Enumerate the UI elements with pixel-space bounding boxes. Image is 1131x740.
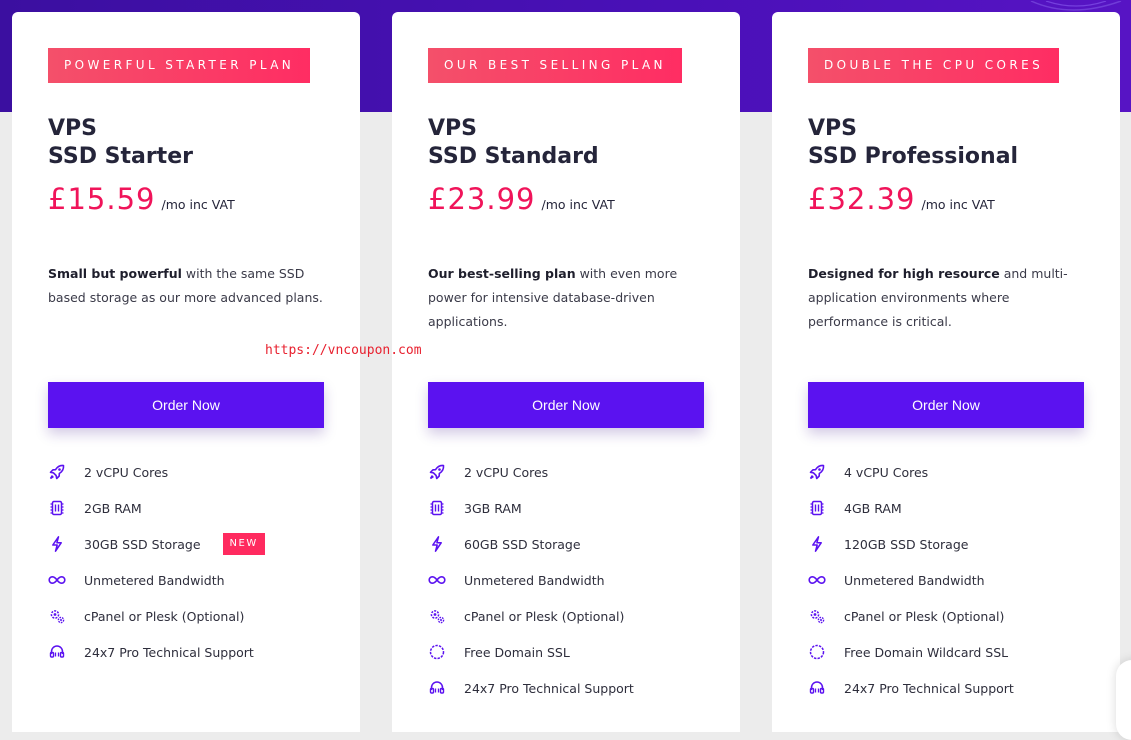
price: £32.39 [808,182,916,216]
gears-icon [428,607,446,625]
plan-description: Designed for high resource and multi-app… [808,262,1088,334]
feature-label: 24x7 Pro Technical Support [844,680,1014,696]
feature-item: 4GB RAM [808,490,1098,526]
feature-label: 24x7 Pro Technical Support [84,644,254,660]
pricing-card: OUR BEST SELLING PLAN VPS SSD Standard £23.… [392,12,740,732]
feature-label: 4 vCPU Cores [844,464,929,480]
pricing-card: DOUBLE THE CPU CORES VPS SSD Professional £… [772,12,1120,732]
feature-item: 2 vCPU Cores [48,454,338,490]
lightning-icon [808,535,826,553]
price-suffix: /mo inc VAT [921,197,995,212]
price-suffix: /mo inc VAT [541,197,615,212]
feature-item: 3GB RAM [428,490,718,526]
headset-icon [808,679,826,697]
feature-item: 30GB SSD Storage NEW [48,526,338,562]
feature-item: 2 vCPU Cores [428,454,718,490]
feature-label: 24x7 Pro Technical Support [464,680,634,696]
order-now-button[interactable]: Order Now [428,382,704,428]
price: £23.99 [428,182,536,216]
pricing-card: POWERFUL STARTER PLAN VPS SSD Starter £15.5… [12,12,360,732]
feature-item: Free Domain Wildcard SSL [808,634,1098,670]
infinity-icon [808,571,826,589]
plan-title-line1: VPS [808,116,857,141]
plan-badge: OUR BEST SELLING PLAN [428,48,682,83]
rocket-icon [808,463,826,481]
feature-list: 4 vCPU Cores 4GB RAM 120GB SSD Storage Unme… [808,454,1098,706]
feature-label: 3GB RAM [464,500,522,516]
feature-list: 2 vCPU Cores 3GB RAM 60GB SSD Storage Unmet… [428,454,718,706]
feature-list: 2 vCPU Cores 2GB RAM 30GB SSD Storage NEW Un… [48,454,338,670]
feature-label: cPanel or Plesk (Optional) [84,608,245,624]
order-now-button[interactable]: Order Now [48,382,324,428]
feature-label: cPanel or Plesk (Optional) [464,608,625,624]
chat-widget-edge[interactable] [1116,660,1131,740]
feature-item: 24x7 Pro Technical Support [428,670,718,706]
gears-icon [808,607,826,625]
feature-label: Unmetered Bandwidth [464,572,605,588]
plan-title: VPS SSD Starter [48,115,193,171]
plan-title: VPS SSD Standard [428,115,599,171]
feature-item: 4 vCPU Cores [808,454,1098,490]
rocket-icon [48,463,66,481]
headset-icon [48,643,66,661]
headset-icon [428,679,446,697]
feature-label: 4GB RAM [844,500,902,516]
feature-label: Unmetered Bandwidth [84,572,225,588]
plan-title-line1: VPS [48,116,97,141]
plan-title-line2: SSD Starter [48,144,193,169]
feature-label: 30GB SSD Storage [84,536,201,552]
feature-label: 60GB SSD Storage [464,536,581,552]
feature-item: cPanel or Plesk (Optional) [428,598,718,634]
lightning-icon [428,535,446,553]
plan-title-line2: SSD Standard [428,144,599,169]
feature-label: cPanel or Plesk (Optional) [844,608,1005,624]
feature-label: 2 vCPU Cores [84,464,169,480]
price-row: £32.39/mo inc VAT [808,182,995,216]
description-highlight: Our best-selling plan [428,266,576,281]
new-badge: NEW [222,533,265,555]
feature-label: 120GB SSD Storage [844,536,969,552]
memory-chip-icon [808,499,826,517]
order-now-button[interactable]: Order Now [808,382,1084,428]
ssl-badge-icon [808,643,826,661]
plan-title: VPS SSD Professional [808,115,1018,171]
feature-label: 2 vCPU Cores [464,464,549,480]
feature-item: Unmetered Bandwidth [428,562,718,598]
price: £15.59 [48,182,156,216]
rocket-icon [428,463,446,481]
feature-item: Unmetered Bandwidth [808,562,1098,598]
feature-item: 24x7 Pro Technical Support [48,634,338,670]
infinity-icon [48,571,66,589]
description-highlight: Designed for high resource [808,266,1000,281]
price-row: £23.99/mo inc VAT [428,182,615,216]
price-suffix: /mo inc VAT [161,197,235,212]
feature-item: Unmetered Bandwidth [48,562,338,598]
gears-icon [48,607,66,625]
infinity-icon [428,571,446,589]
plan-title-line1: VPS [428,116,477,141]
feature-label: 2GB RAM [84,500,142,516]
feature-item: 24x7 Pro Technical Support [808,670,1098,706]
feature-item: cPanel or Plesk (Optional) [808,598,1098,634]
plan-badge: DOUBLE THE CPU CORES [808,48,1060,83]
lightning-icon [48,535,66,553]
feature-label: Free Domain SSL [464,644,570,660]
price-row: £15.59/mo inc VAT [48,182,235,216]
feature-item: 120GB SSD Storage [808,526,1098,562]
memory-chip-icon [428,499,446,517]
description-highlight: Small but powerful [48,266,182,281]
feature-label: Unmetered Bandwidth [844,572,985,588]
plan-description: Our best-selling plan with even more pow… [428,262,708,334]
watermark-url: https://vncoupon.com [265,343,422,358]
memory-chip-icon [48,499,66,517]
ssl-badge-icon [428,643,446,661]
plan-badge: POWERFUL STARTER PLAN [48,48,311,83]
feature-label: Free Domain Wildcard SSL [844,644,1009,660]
plan-description: Small but powerful with the same SSD bas… [48,262,328,310]
feature-item: Free Domain SSL [428,634,718,670]
feature-item: 2GB RAM [48,490,338,526]
plan-title-line2: SSD Professional [808,144,1019,169]
feature-item: 60GB SSD Storage [428,526,718,562]
feature-item: cPanel or Plesk (Optional) [48,598,338,634]
